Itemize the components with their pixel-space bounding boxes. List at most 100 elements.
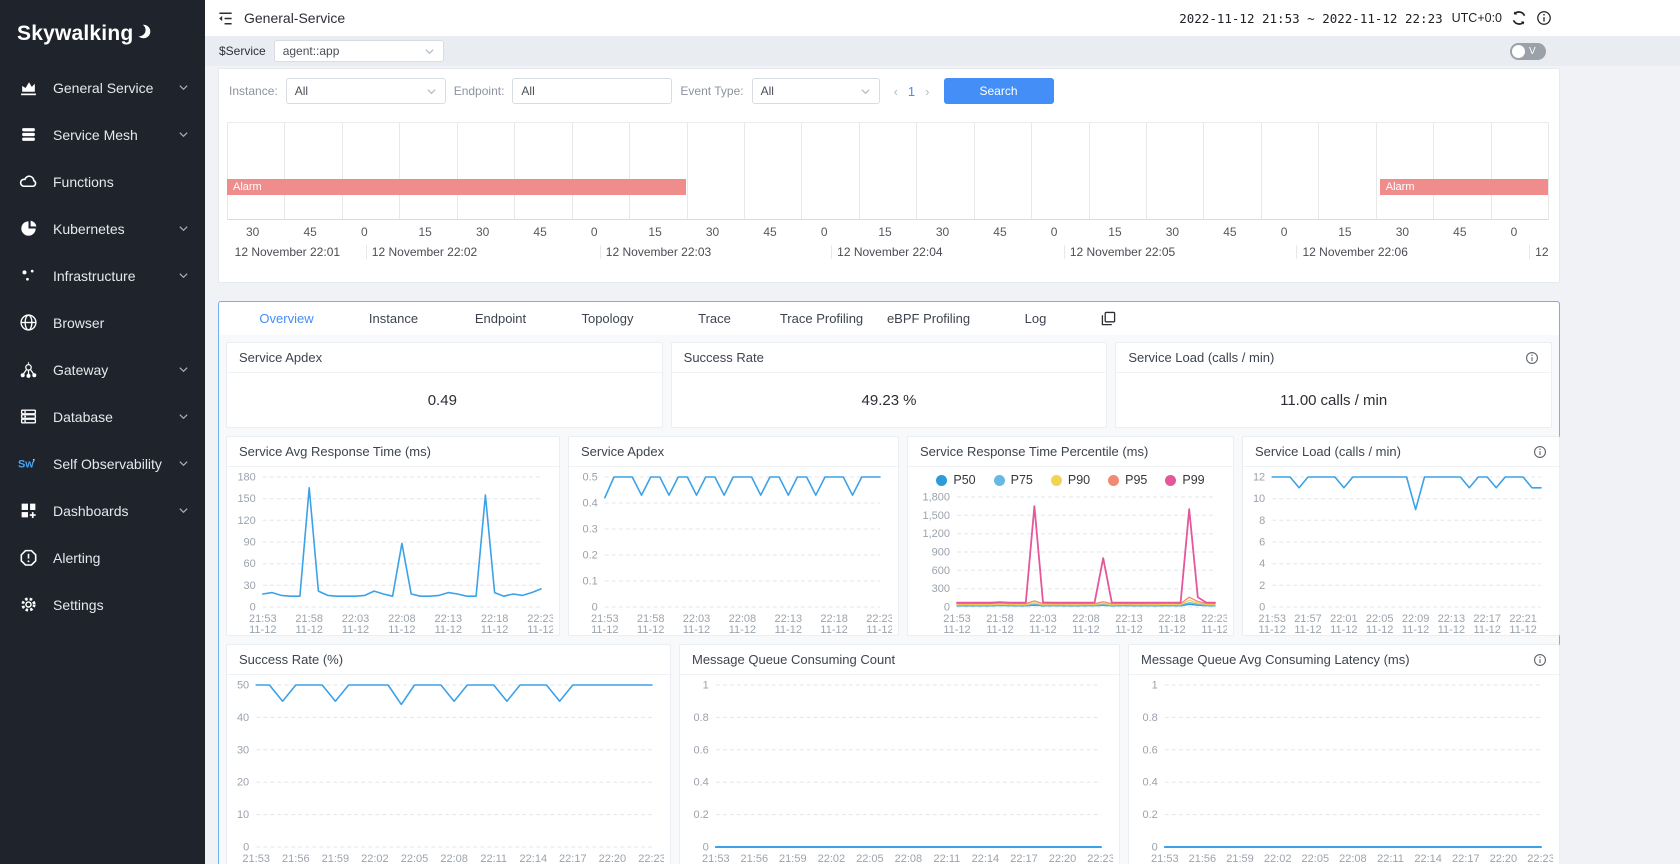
version-toggle[interactable]: V: [1510, 43, 1546, 60]
svg-text:11-12: 11-12: [591, 624, 618, 636]
tab-log[interactable]: Log: [982, 311, 1089, 326]
chevron-down-icon: [426, 86, 437, 97]
tab-trace[interactable]: Trace: [661, 311, 768, 326]
timeline-date-label: 12 November 22:05: [1064, 245, 1175, 259]
service-load-chart[interactable]: 02468101221:5311-1221:5711-1222:0111-122…: [1243, 467, 1559, 635]
tab-instance[interactable]: Instance: [340, 311, 447, 326]
timeline-tick-label: 30: [687, 220, 744, 242]
avg-response-time-chart[interactable]: 030609012015018021:5311-1221:5811-1222:0…: [227, 467, 559, 635]
tab-overview[interactable]: Overview: [233, 311, 340, 326]
svg-text:4: 4: [1259, 558, 1265, 570]
refresh-icon[interactable]: [1511, 10, 1527, 26]
svg-text:11-12: 11-12: [1474, 624, 1501, 636]
endpoint-input[interactable]: [512, 78, 672, 104]
timeline-tick-label: 15: [629, 220, 686, 242]
app-root: Skywalking General ServiceService MeshFu…: [0, 0, 1680, 864]
svg-text:0.8: 0.8: [1143, 712, 1158, 724]
legend-item-p75[interactable]: P75: [994, 473, 1033, 487]
svg-text:900: 900: [932, 547, 950, 559]
metric-cards-row: Service Apdex0.49Success Rate49.23%Servi…: [226, 342, 1552, 428]
service-apdex-chart[interactable]: 00.10.20.30.40.521:5311-1221:5811-1222:0…: [569, 467, 898, 635]
crescent-icon: [135, 22, 152, 46]
svg-text:22:17: 22:17: [1452, 853, 1480, 864]
search-button[interactable]: Search: [944, 78, 1054, 104]
timeline-date-label: 12 November 22:06: [1296, 245, 1407, 259]
svg-text:21:53: 21:53: [702, 853, 730, 864]
event-timeline[interactable]: AlarmAlarm 30450153045015304501530450153…: [227, 122, 1549, 262]
sidebar-item-alerting[interactable]: Alerting: [0, 534, 205, 581]
legend-label: P50: [953, 473, 975, 487]
legend-dot: [936, 475, 947, 486]
dashboard-tool-icon[interactable]: [1101, 311, 1116, 326]
sidebar-item-infrastructure[interactable]: Infrastructure: [0, 252, 205, 299]
sidebar-item-database[interactable]: Database: [0, 393, 205, 440]
event-pager: ‹ 1 ›: [894, 84, 930, 99]
timeline-column: [630, 123, 687, 219]
metric-value: 11.00: [1280, 392, 1316, 409]
top-header: General-Service 2022-11-12 21:53 ~ 2022-…: [205, 0, 1680, 36]
svg-text:11-12: 11-12: [1201, 624, 1227, 636]
chevron-down-icon: [424, 46, 435, 57]
info-icon[interactable]: [1536, 10, 1552, 26]
endpoint-label: Endpoint:: [454, 84, 505, 98]
next-page-icon[interactable]: ›: [925, 84, 929, 99]
mq-consuming-count-chart[interactable]: 00.20.40.60.8121:5311-1221:5611-1221:591…: [680, 675, 1119, 864]
info-icon[interactable]: [1533, 445, 1547, 459]
timeline-column: [458, 123, 515, 219]
chevron-down-icon: [178, 127, 189, 143]
sidebar-item-kubernetes[interactable]: Kubernetes: [0, 205, 205, 252]
sidebar-item-service-mesh[interactable]: Service Mesh: [0, 111, 205, 158]
svg-text:11-12: 11-12: [637, 624, 664, 636]
page-number: 1: [908, 84, 915, 99]
svg-text:21:53: 21:53: [242, 853, 270, 864]
sidebar-item-functions[interactable]: Functions: [0, 158, 205, 205]
legend-item-p50[interactable]: P50: [936, 473, 975, 487]
tab-trace-profiling[interactable]: Trace Profiling: [768, 311, 875, 326]
info-icon[interactable]: [1525, 351, 1539, 365]
sidebar-item-general-service[interactable]: General Service: [0, 64, 205, 111]
percentile-chart[interactable]: 03006009001,2001,5001,80021:5311-1221:58…: [908, 487, 1233, 635]
chart-title: Service Avg Response Time (ms): [239, 444, 431, 459]
menu-fold-icon[interactable]: [217, 10, 234, 27]
legend-item-p95[interactable]: P95: [1108, 473, 1147, 487]
time-range-picker[interactable]: 2022-11-12 21:53 ~ 2022-11-12 22:23: [1179, 11, 1442, 26]
svg-text:0: 0: [944, 602, 950, 614]
metric-card-title: Success Rate: [684, 350, 764, 365]
svg-text:0.3: 0.3: [583, 524, 598, 536]
tab-topology[interactable]: Topology: [554, 311, 661, 326]
svg-text:22:14: 22:14: [972, 853, 1000, 864]
timezone-label: UTC+0:0: [1452, 11, 1502, 25]
service-select[interactable]: agent::app: [274, 40, 444, 62]
legend-label: P95: [1125, 473, 1147, 487]
chart-card-mq-latency: Message Queue Avg Consuming Latency (ms)…: [1128, 644, 1560, 864]
timeline-column: [400, 123, 457, 219]
event-type-select[interactable]: All: [752, 78, 880, 104]
chart-title: Service Load (calls / min): [1255, 444, 1401, 459]
svg-text:22:14: 22:14: [520, 853, 548, 864]
sidebar-item-settings[interactable]: Settings: [0, 581, 205, 628]
alarm-bar[interactable]: Alarm: [1380, 179, 1548, 195]
sidebar-item-gateway[interactable]: Gateway: [0, 346, 205, 393]
info-icon[interactable]: [1533, 653, 1547, 667]
legend-item-p90[interactable]: P90: [1051, 473, 1090, 487]
tab-ebpf-profiling[interactable]: eBPF Profiling: [875, 311, 982, 326]
instance-select[interactable]: All: [286, 78, 446, 104]
sidebar-item-dashboards[interactable]: Dashboards: [0, 487, 205, 534]
mq-consuming-latency-chart[interactable]: 00.20.40.60.8121:5311-1221:5611-1221:591…: [1129, 675, 1559, 864]
tab-endpoint[interactable]: Endpoint: [447, 311, 554, 326]
sidebar-item-label: Infrastructure: [53, 268, 163, 284]
svg-text:10: 10: [237, 809, 249, 821]
sidebar-item-browser[interactable]: Browser: [0, 299, 205, 346]
prev-page-icon[interactable]: ‹: [894, 84, 898, 99]
timeline-grid: Alarm Alarm: [227, 122, 1549, 219]
success-rate-chart[interactable]: 0102030405021:5311-1221:5611-1221:5911-1…: [227, 675, 670, 864]
timeline-date-label: 12 November 22:03: [600, 245, 711, 259]
alarm-bar[interactable]: Alarm: [227, 179, 686, 195]
sidebar-item-self-observability[interactable]: Sw’Self Observability: [0, 440, 205, 487]
timeline-tick-label: 30: [1377, 220, 1434, 242]
metric-card-title: Service Apdex: [239, 350, 322, 365]
legend-item-p99[interactable]: P99: [1165, 473, 1204, 487]
timeline-column: [285, 123, 342, 219]
timeline-column: [573, 123, 630, 219]
svg-text:22:08: 22:08: [1339, 853, 1367, 864]
